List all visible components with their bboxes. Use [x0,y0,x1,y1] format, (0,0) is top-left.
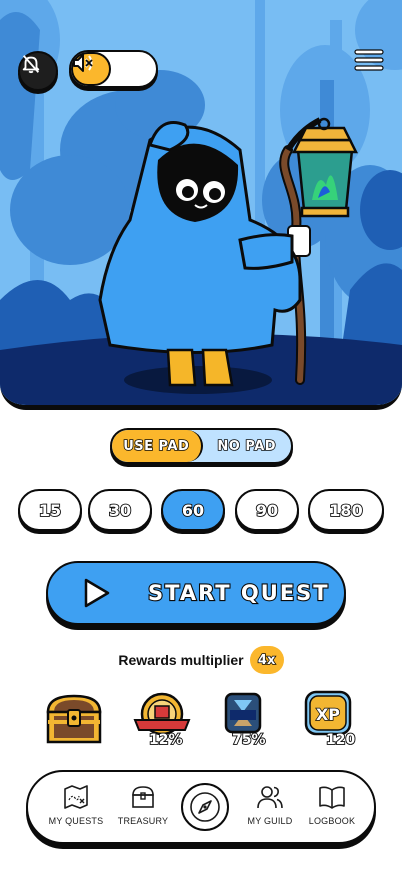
users-icon [257,786,283,809]
nav-treasury[interactable]: TREASURY [108,784,178,834]
chest-icon [132,786,154,808]
nav-my-guild[interactable]: MY GUILD [235,784,305,834]
duration-selector: 15 30 60 90 180 [18,489,384,533]
bottom-nav: MY QUESTS TREASURY MY GUILD LOGBOOK [26,770,376,844]
nav-logbook-label: LOGBOOK [308,816,356,826]
pad-toggle[interactable]: USE PAD NO PAD [110,428,293,464]
forest-illustration [0,0,402,405]
reward-xp-value: 120 [325,731,356,749]
reward-badge-value: 12% [148,731,183,749]
reward-treasure-chest[interactable] [44,690,108,754]
compass-icon [190,792,220,822]
duration-chip-180[interactable]: 180 [308,489,384,531]
duration-chip-15[interactable]: 15 [18,489,82,531]
xp-icon: XP [304,690,352,736]
menu-button[interactable] [354,48,386,76]
map-icon [64,785,88,809]
hero-scene [0,0,402,410]
nav-logbook[interactable]: LOGBOOK [297,784,367,834]
rewards-multiplier-label: Rewards multiplier [118,652,244,668]
book-icon [319,786,345,809]
nav-treasury-label: TREASURY [117,816,169,826]
reward-hourglass-value: 75% [231,731,266,749]
bell-off-icon [22,55,40,74]
reward-xp[interactable]: XP 120 [304,690,368,754]
play-icon [84,578,110,608]
multiplier-badge: 4x [249,646,284,674]
no-pad-option[interactable]: NO PAD [203,430,292,462]
notifications-toggle-button[interactable] [18,51,58,91]
duration-chip-60[interactable]: 60 [161,489,225,531]
sound-toggle[interactable] [69,50,158,88]
speaker-mute-icon [73,54,93,72]
sound-off-option[interactable] [73,52,156,86]
duration-chip-30[interactable]: 30 [88,489,152,531]
treasure-chest-icon [46,694,102,744]
reward-hourglass-badge[interactable]: 75% [218,690,282,754]
start-quest-button[interactable]: START QUEST [46,561,346,625]
duration-chip-90[interactable]: 90 [235,489,299,531]
svg-text:XP: XP [316,705,340,724]
use-pad-option[interactable]: USE PAD [112,430,203,462]
hamburger-menu-icon [354,49,384,71]
nav-my-guild-label: MY GUILD [247,816,293,826]
nav-my-quests[interactable]: MY QUESTS [41,784,111,834]
nav-compass[interactable] [181,783,229,831]
start-quest-label: START QUEST [147,580,330,606]
reward-badge[interactable]: 12% [133,690,197,754]
rewards-multiplier: Rewards multiplier 4x [0,645,402,675]
nav-my-quests-label: MY QUESTS [48,816,104,826]
